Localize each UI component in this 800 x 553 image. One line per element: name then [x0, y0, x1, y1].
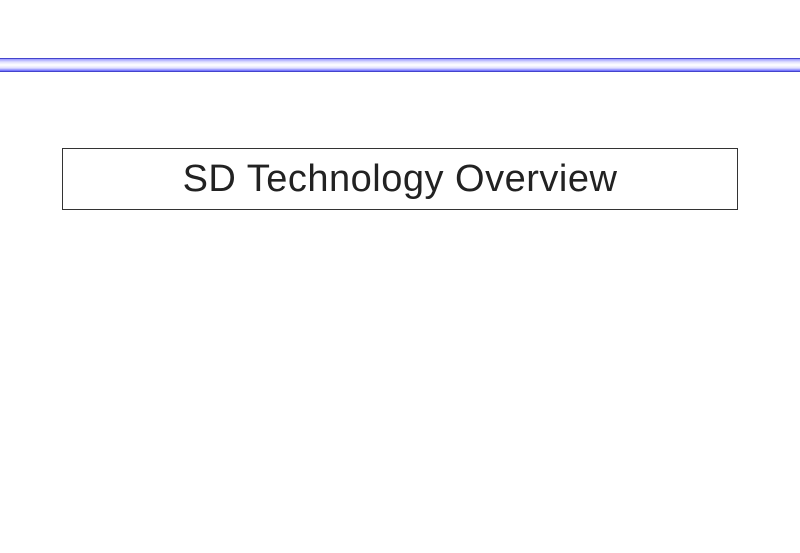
decorative-top-bar: [0, 58, 800, 72]
title-container: SD Technology Overview: [62, 148, 738, 210]
slide-title: SD Technology Overview: [183, 158, 618, 201]
